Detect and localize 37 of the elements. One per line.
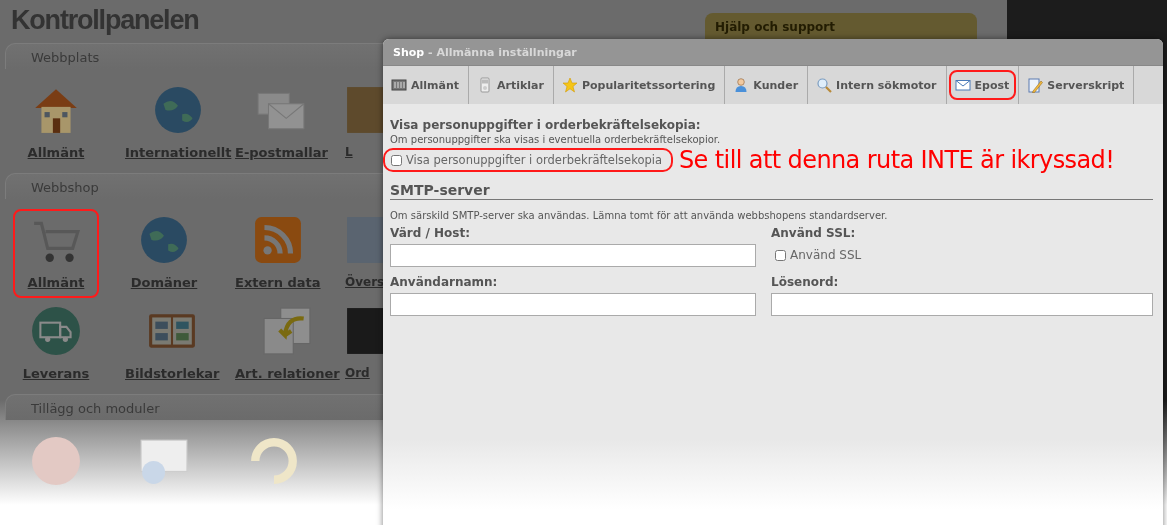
globe-icon [153,85,204,135]
checkbox[interactable] [775,249,786,261]
shortcut-link[interactable]: Allmänt [13,209,99,298]
annotation-text: Se till att denna ruta INTE är ikryssad! [678,146,1115,174]
shortcut-link[interactable]: Art. relationer [231,300,344,389]
section-heading: SMTP-server [390,182,1153,200]
sliders-icon [391,77,407,93]
truck-icon [31,306,81,356]
shortcut-link[interactable]: Domäner [121,209,207,298]
star-icon [561,77,578,93]
setting-heading: Visa personuppgifter i orderbekräftelsekopia: [390,118,702,132]
shortcut-link[interactable]: Extern data [231,209,325,298]
field-label: Lösenord: [771,275,840,289]
field-label: Användarnamn: [390,275,499,289]
page-title: Kontrollpanelen [11,4,199,36]
search-icon [816,77,833,93]
field-label: Använd SSL: [771,226,857,240]
password-field[interactable] [771,293,1153,316]
rss-icon [252,215,303,265]
text-field[interactable] [390,293,756,316]
text-field[interactable] [390,244,756,267]
help-text: Om särskild SMTP-server ska användas. Lämna tomt för att använda webbshopens standardserver. [390,210,889,221]
shortcut-link[interactable]: Allmänt [13,79,99,168]
globe-icon [139,215,189,265]
pages-arrow-icon [262,306,313,356]
checkbox-label: Visa personuppgifter i orderbekräftelsekopia [406,153,662,167]
envelope-icon [954,77,971,93]
circle-icon [31,436,81,486]
shortcut-link[interactable]: Bildstorlekar [121,300,224,389]
dialog-title: Shop - Allmänna inställningar [383,39,1163,66]
field-label: Värd / Host: [390,226,471,240]
pencil-icon [1027,77,1044,93]
checkbox-label: Använd SSL [790,248,862,262]
help-text: Om personuppgifter ska visas i eventuella orderbekräftelsekopior. [390,134,722,145]
checkbox[interactable] [391,154,402,166]
settings-tab[interactable]: Epost [946,66,1020,104]
shortcut-link[interactable]: Leverans [13,300,99,389]
